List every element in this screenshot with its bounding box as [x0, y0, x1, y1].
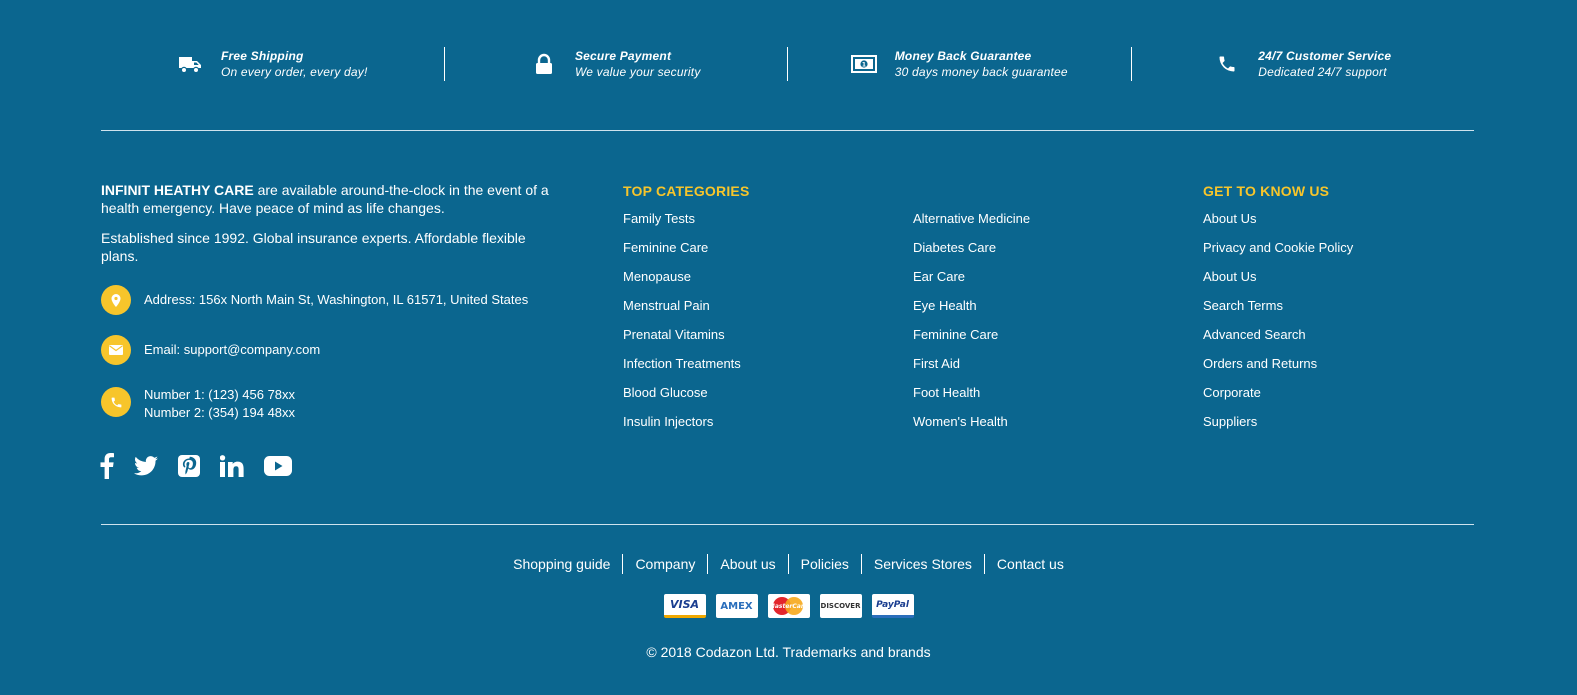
- category-link[interactable]: Alternative Medicine: [913, 211, 1030, 240]
- category-link[interactable]: Family Tests: [623, 211, 750, 240]
- category-link[interactable]: Ear Care: [913, 269, 1030, 298]
- bottom-nav: Shopping guide Company About us Policies…: [0, 554, 1577, 574]
- info-link[interactable]: About Us: [1203, 211, 1353, 240]
- lock-icon: [531, 52, 557, 76]
- phone-number-2[interactable]: Number 2: (354) 194 48xx: [144, 404, 295, 422]
- feature-title: Secure Payment: [574, 49, 672, 63]
- contact-email: Email: support@company.com: [101, 335, 320, 365]
- discover-label: DISCOVER: [820, 602, 861, 610]
- category-link[interactable]: Foot Health: [913, 385, 1030, 414]
- about-intro: INFINIT HEATHY CARE are available around…: [101, 181, 561, 217]
- social-links: [100, 453, 292, 479]
- category-link[interactable]: Insulin Injectors: [623, 414, 750, 443]
- phone-icon: [101, 387, 131, 417]
- bottom-link-company[interactable]: Company: [623, 554, 709, 574]
- linkedin-icon[interactable]: [220, 453, 244, 479]
- contact-address: Address: 156x North Main St, Washington,…: [101, 285, 528, 315]
- feature-title: 24/7 Customer Service: [1258, 49, 1392, 63]
- mastercard-icon: MasterCard: [767, 594, 810, 618]
- visa-card-icon: VISA: [663, 594, 706, 618]
- paypal-icon: PayPal: [871, 594, 914, 618]
- facebook-icon[interactable]: [100, 453, 114, 479]
- envelope-icon: [101, 335, 131, 365]
- payment-methods: VISA AMEX MasterCard DISCOVER PayPal: [0, 594, 1577, 618]
- category-link[interactable]: Prenatal Vitamins: [623, 327, 750, 356]
- feature-free-shipping: Free Shipping On every order, every day!: [101, 47, 445, 81]
- feature-title: Free Shipping: [220, 49, 304, 63]
- address-text: Address: 156x North Main St, Washington,…: [144, 292, 529, 307]
- phone-number-1[interactable]: Number 1: (123) 456 78xx: [144, 386, 295, 404]
- feature-money-back: 1 Money Back Guarantee 30 days money bac…: [788, 47, 1132, 81]
- copyright: © 2018 Codazon Ltd. Trademarks and brand…: [646, 644, 931, 660]
- paypal-label: PayPal: [876, 599, 909, 610]
- info-link[interactable]: Privacy and Cookie Policy: [1203, 240, 1353, 269]
- contact-phone: Number 1: (123) 456 78xx Number 2: (354)…: [101, 386, 295, 422]
- top-categories: TOP CATEGORIES Family Tests Feminine Car…: [623, 182, 750, 443]
- get-to-know-us: GET TO KNOW US About Us Privacy and Cook…: [1203, 182, 1353, 443]
- features-bar: Free Shipping On every order, every day!…: [101, 46, 1474, 82]
- pinterest-icon[interactable]: [178, 453, 200, 479]
- discover-card-icon: DISCOVER: [819, 594, 862, 618]
- youtube-icon[interactable]: [264, 453, 292, 479]
- feature-subtitle: 30 days money back guarantee: [894, 65, 1068, 79]
- top-categories-more: Alternative Medicine Diabetes Care Ear C…: [913, 211, 1030, 443]
- amex-label: AMEX: [720, 600, 753, 612]
- info-link[interactable]: Corporate: [1203, 385, 1353, 414]
- bottom-link-policies[interactable]: Policies: [789, 554, 862, 574]
- category-link[interactable]: Diabetes Care: [913, 240, 1030, 269]
- twitter-icon[interactable]: [134, 453, 158, 479]
- brand-name: INFINIT HEATHY CARE: [101, 182, 254, 198]
- bottom-link-contact-us[interactable]: Contact us: [985, 554, 1076, 574]
- info-link[interactable]: Advanced Search: [1203, 327, 1353, 356]
- divider: [101, 524, 1474, 525]
- divider: [101, 130, 1474, 131]
- svg-text:1: 1: [862, 62, 866, 69]
- category-link[interactable]: Menstrual Pain: [623, 298, 750, 327]
- bottom-link-shopping-guide[interactable]: Shopping guide: [501, 554, 624, 574]
- info-link[interactable]: Search Terms: [1203, 298, 1353, 327]
- money-icon: 1: [850, 52, 877, 76]
- category-link[interactable]: Feminine Care: [913, 327, 1030, 356]
- feature-title: Money Back Guarantee: [894, 49, 1032, 63]
- info-link[interactable]: About Us: [1203, 269, 1353, 298]
- get-to-know-title: GET TO KNOW US: [1203, 183, 1330, 199]
- bottom-link-about-us[interactable]: About us: [708, 554, 789, 574]
- email-link[interactable]: Email: support@company.com: [144, 335, 320, 359]
- info-link[interactable]: Orders and Returns: [1203, 356, 1353, 385]
- category-link[interactable]: First Aid: [913, 356, 1030, 385]
- top-categories-title: TOP CATEGORIES: [623, 183, 750, 199]
- category-link[interactable]: Blood Glucose: [623, 385, 750, 414]
- category-link[interactable]: Feminine Care: [623, 240, 750, 269]
- feature-subtitle: On every order, every day!: [220, 65, 368, 79]
- category-link[interactable]: Eye Health: [913, 298, 1030, 327]
- amex-card-icon: AMEX: [715, 594, 758, 618]
- phone-icon: [1214, 52, 1240, 76]
- about-established: Established since 1992. Global insurance…: [101, 230, 526, 264]
- bottom-link-services-stores[interactable]: Services Stores: [862, 554, 985, 574]
- feature-secure-payment: Secure Payment We value your security: [445, 47, 788, 81]
- location-pin-icon: [101, 285, 131, 315]
- category-link[interactable]: Women's Health: [913, 414, 1030, 443]
- visa-label: VISA: [669, 598, 700, 611]
- feature-subtitle: Dedicated 24/7 support: [1258, 65, 1387, 79]
- feature-customer-service: 24/7 Customer Service Dedicated 24/7 sup…: [1132, 47, 1475, 81]
- category-link[interactable]: Infection Treatments: [623, 356, 750, 385]
- category-link[interactable]: Menopause: [623, 269, 750, 298]
- about-section: INFINIT HEATHY CARE are available around…: [101, 181, 561, 277]
- feature-subtitle: We value your security: [574, 65, 701, 79]
- mastercard-label: MasterCard: [768, 602, 809, 610]
- phone-numbers: Number 1: (123) 456 78xx Number 2: (354)…: [144, 386, 295, 422]
- truck-icon: [177, 52, 203, 76]
- info-link[interactable]: Suppliers: [1203, 414, 1353, 443]
